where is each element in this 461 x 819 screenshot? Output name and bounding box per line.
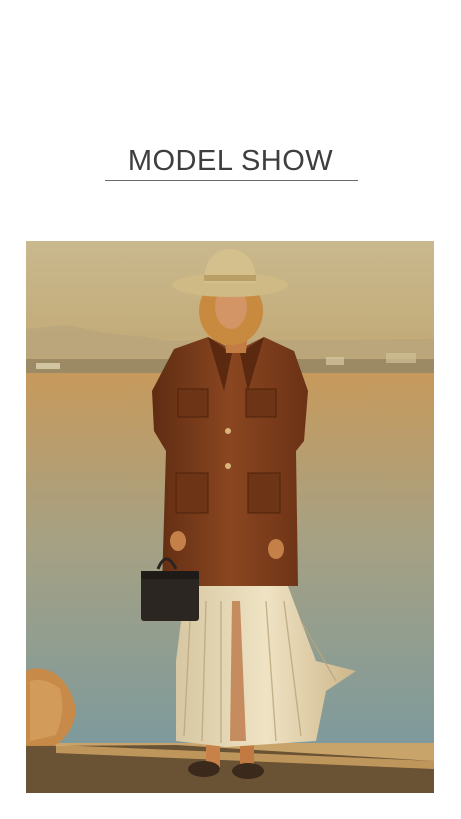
title-underline bbox=[105, 180, 358, 181]
hip-pocket-left bbox=[175, 472, 209, 514]
right-hand bbox=[268, 539, 284, 559]
model-photo-illustration bbox=[26, 241, 434, 793]
right-sandal bbox=[232, 763, 264, 779]
section-header: MODEL SHOW bbox=[0, 0, 461, 236]
chest-pocket-left bbox=[177, 388, 209, 418]
hip-pocket-right bbox=[247, 472, 281, 514]
left-sandal bbox=[188, 761, 220, 777]
coat-button bbox=[225, 428, 231, 434]
left-hand bbox=[170, 531, 186, 551]
chest-pocket-right bbox=[245, 388, 277, 418]
section-title: MODEL SHOW bbox=[127, 145, 334, 177]
model-photo bbox=[26, 241, 434, 793]
coat-button bbox=[225, 463, 231, 469]
